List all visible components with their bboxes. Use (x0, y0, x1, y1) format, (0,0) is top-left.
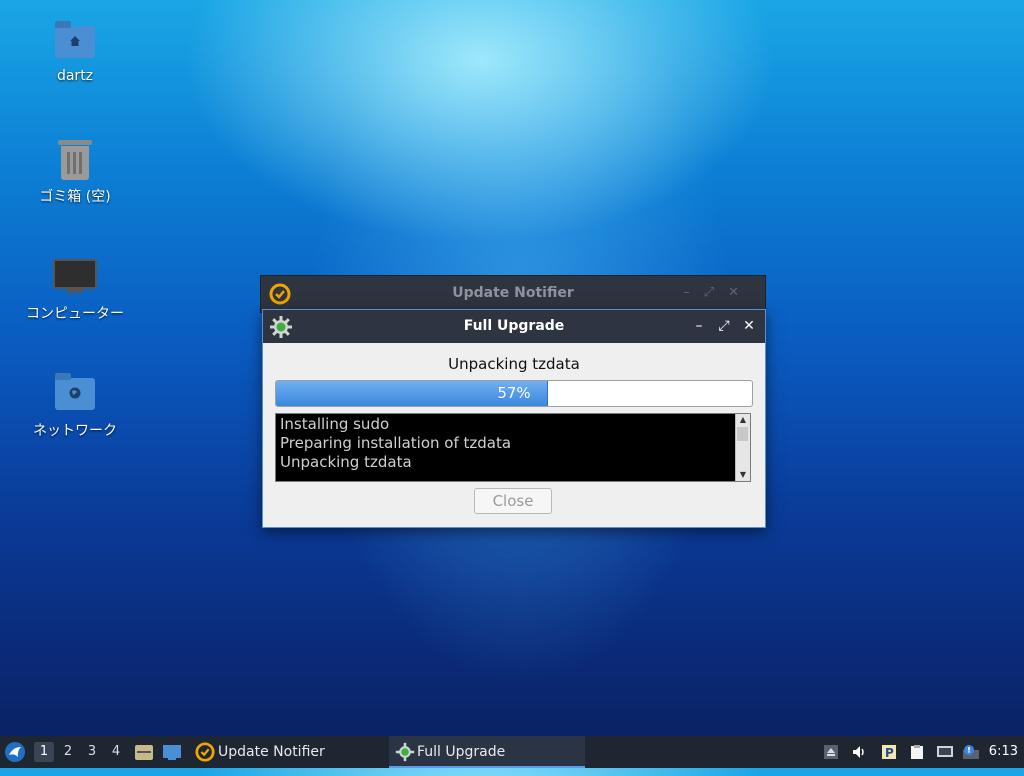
log-line: Preparing installation of tzdata (280, 434, 512, 452)
close-dialog-button[interactable]: Close (474, 488, 552, 514)
log-output[interactable]: Installing sudo Preparing installation o… (275, 413, 751, 482)
show-desktop-button[interactable] (162, 736, 184, 768)
update-notifier-icon (195, 742, 215, 762)
log-line: Unpacking tzdata (280, 453, 412, 471)
status-text: Unpacking tzdata (448, 355, 580, 373)
maximize-button[interactable]: ⤢ (714, 316, 734, 336)
progress-label: 57% (497, 384, 531, 402)
file-manager-launcher[interactable] (134, 736, 156, 768)
window-controls[interactable]: –⤢✕ (683, 285, 753, 300)
desktop-icon (163, 745, 181, 760)
eject-icon[interactable] (823, 744, 839, 760)
desktop-icon-label: ネットワーク (33, 423, 117, 439)
scroll-thumb[interactable] (737, 427, 748, 441)
desktop-icon-label: コンピューター (26, 306, 124, 322)
scroll-down-icon[interactable]: ▼ (736, 469, 750, 481)
full-upgrade-dialog[interactable]: Full Upgrade – ⤢ ✕ Unpacking tzdata 57% … (262, 309, 766, 528)
close-icon[interactable]: ✕ (728, 285, 753, 300)
scroll-up-icon[interactable]: ▲ (736, 414, 750, 426)
log-line: Installing sudo (280, 415, 390, 433)
clipboard-icon[interactable] (909, 744, 925, 760)
computer-icon (53, 255, 97, 299)
gear-icon (395, 742, 415, 762)
workspace-2[interactable]: 2 (58, 742, 78, 762)
volume-icon[interactable] (851, 744, 867, 760)
desktop-icon-computer[interactable]: コンピューター (20, 255, 130, 323)
update-notifier-window[interactable]: Update Notifier –⤢✕ (260, 275, 766, 313)
clock[interactable]: 6:13 (989, 736, 1018, 768)
desktop-icon-label: dartz (56, 68, 94, 84)
desktop-icon-network[interactable]: ネットワーク (20, 372, 130, 440)
workspace-4[interactable]: 4 (106, 742, 126, 762)
start-menu-button[interactable] (4, 736, 28, 768)
task-full-upgrade[interactable]: Full Upgrade (389, 736, 585, 768)
task-update-notifier[interactable]: Update Notifier (192, 736, 382, 768)
close-button[interactable]: ✕ (739, 316, 759, 336)
home-folder-icon (53, 20, 97, 64)
minimize-button[interactable]: – (689, 316, 709, 336)
minimize-icon[interactable]: – (683, 285, 704, 300)
maximize-icon[interactable]: ⤢ (704, 285, 728, 300)
network-icon[interactable] (936, 744, 953, 760)
workspace-3[interactable]: 3 (82, 742, 102, 762)
trash-icon (53, 138, 97, 182)
desktop-icon-label: ゴミ箱 (空) (39, 189, 111, 205)
update-alert-icon[interactable] (962, 744, 979, 760)
svg-text:P: P (885, 746, 894, 760)
dialog-titlebar[interactable]: Full Upgrade – ⤢ ✕ (263, 310, 765, 343)
file-manager-icon (135, 745, 153, 760)
progress-bar: 57% (275, 380, 753, 407)
taskbar: 1 2 3 4 Update Notifier Full Upgrade P 6… (0, 736, 1024, 768)
task-label: Update Notifier (218, 744, 325, 760)
desktop-icon-trash[interactable]: ゴミ箱 (空) (20, 138, 130, 206)
network-folder-icon (53, 372, 97, 416)
workspace-1[interactable]: 1 (34, 742, 54, 762)
lubuntu-logo-icon (5, 742, 25, 762)
task-label: Full Upgrade (417, 744, 506, 760)
desktop-icon-home[interactable]: dartz (20, 20, 130, 84)
parking-icon[interactable]: P (881, 744, 897, 760)
log-scrollbar[interactable]: ▲ ▼ (735, 414, 750, 481)
